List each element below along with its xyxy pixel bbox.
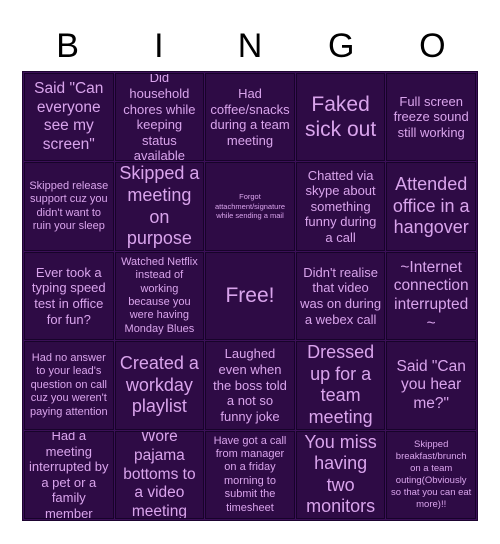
bingo-cell-label: Ever took a typing speed test in office … (31, 264, 106, 327)
bingo-cell-label: Faked sick out (304, 92, 377, 142)
bingo-header-letter-n: N (237, 27, 263, 65)
bingo-cell-r3c1[interactable]: Ever took a typing speed test in office … (24, 251, 114, 341)
bingo-cell-label: Attended office in a hangover (392, 174, 470, 238)
bingo-cell-label: Forgot attachment/signature while sendin… (214, 191, 286, 221)
bingo-cell-r4c4[interactable]: Dressed up for a team meeting (295, 341, 386, 430)
bingo-cell-label: Didn't realise that video was on during … (300, 264, 382, 327)
bingo-cell-label: Said "Can you hear me?" (396, 357, 466, 412)
bingo-header-letter-g: G (327, 27, 355, 65)
bingo-header: BINGO (22, 22, 478, 70)
bingo-cell-r5c3[interactable]: Have got a call from manager on a friday… (205, 430, 295, 519)
bingo-cell-label: Skipped breakfast/brunch on a team outin… (391, 439, 472, 510)
bingo-cell-r4c2[interactable]: Created a workday playlist (114, 341, 205, 430)
bingo-cell-r3c2[interactable]: Watched Netflix instead of working becau… (114, 251, 205, 341)
bingo-cell-label: Wore pajama bottoms to a video meeting (123, 430, 196, 519)
bingo-cell-label: Watched Netflix instead of working becau… (121, 255, 198, 335)
bingo-cell-r5c2[interactable]: Wore pajama bottoms to a video meeting (114, 430, 205, 519)
bingo-cell-r2c3[interactable]: Forgot attachment/signature while sendin… (205, 162, 295, 251)
bingo-cell-label: Full screen freeze sound still working (393, 93, 469, 140)
bingo-grid: Said "Can everyone see my screen" Did hou… (22, 71, 478, 521)
bingo-cell-label: Skipped a meeting on purpose (119, 163, 200, 249)
bingo-cell-r5c1[interactable]: Had a meeting interrupted by a pet or a … (24, 430, 114, 519)
bingo-cell-label: Chatted via skype about something funny … (304, 167, 377, 245)
bingo-cell-label: Created a workday playlist (119, 353, 199, 417)
bingo-cell-r5c5[interactable]: Skipped breakfast/brunch on a team outin… (386, 430, 476, 519)
bingo-cell-r1c4[interactable]: Faked sick out (295, 73, 386, 162)
bingo-cell-r2c4[interactable]: Chatted via skype about something funny … (295, 162, 386, 251)
bingo-cell-label: Did household chores while keeping statu… (123, 73, 196, 162)
bingo-cell-label: Laughed even when the boss told a not so… (213, 346, 287, 424)
bingo-cell-label: Had no answer to your lead's question on… (29, 351, 108, 418)
bingo-cell-r4c1[interactable]: Had no answer to your lead's question on… (24, 341, 114, 430)
bingo-cell-label: Have got a call from manager on a friday… (213, 434, 287, 514)
bingo-cell-label: Free! (225, 284, 275, 308)
bingo-cell-label: Dressed up for a team meeting (307, 342, 375, 427)
bingo-cell-label: You miss having two monitors (304, 431, 377, 517)
bingo-cell-r3c5[interactable]: ~Internet connection interrupted~ (386, 251, 476, 341)
bingo-cell-label: Had coffee/snacks during a team meeting (210, 86, 290, 148)
bingo-cell-r3c4[interactable]: Didn't realise that video was on during … (295, 251, 386, 341)
bingo-cell-r1c3[interactable]: Had coffee/snacks during a team meeting (205, 73, 295, 162)
bingo-cell-label: ~Internet connection interrupted~ (393, 258, 469, 332)
bingo-header-letter-o: O (419, 27, 446, 65)
bingo-cell-r4c5[interactable]: Said "Can you hear me?" (386, 341, 476, 430)
bingo-cell-r2c5[interactable]: Attended office in a hangover (386, 162, 476, 251)
bingo-header-letter-i: I (154, 27, 164, 65)
bingo-cell-r4c3[interactable]: Laughed even when the boss told a not so… (205, 341, 295, 430)
bingo-cell-r1c2[interactable]: Did household chores while keeping statu… (114, 73, 205, 162)
bingo-cell-free[interactable]: Free! (205, 251, 295, 341)
bingo-card: B I N G O Said "Can everyone see my screen" D… (0, 0, 500, 544)
bingo-header-letter-b: B (56, 27, 79, 65)
bingo-cell-r5c4[interactable]: You miss having two monitors (295, 430, 386, 519)
bingo-cell-label: Said "Can everyone see my screen" (34, 80, 104, 153)
bingo-cell-r1c1[interactable]: Said "Can everyone see my screen" (24, 73, 114, 162)
bingo-cell-label: Had a meeting interrupted by a pet or a … (29, 430, 109, 519)
bingo-cell-r2c1[interactable]: Skipped release support cuz you didn't w… (24, 162, 114, 251)
bingo-cell-r2c2[interactable]: Skipped a meeting on purpose (114, 162, 205, 251)
bingo-cell-label: Skipped release support cuz you didn't w… (29, 179, 109, 232)
bingo-cell-r1c5[interactable]: Full screen freeze sound still working (386, 73, 476, 162)
